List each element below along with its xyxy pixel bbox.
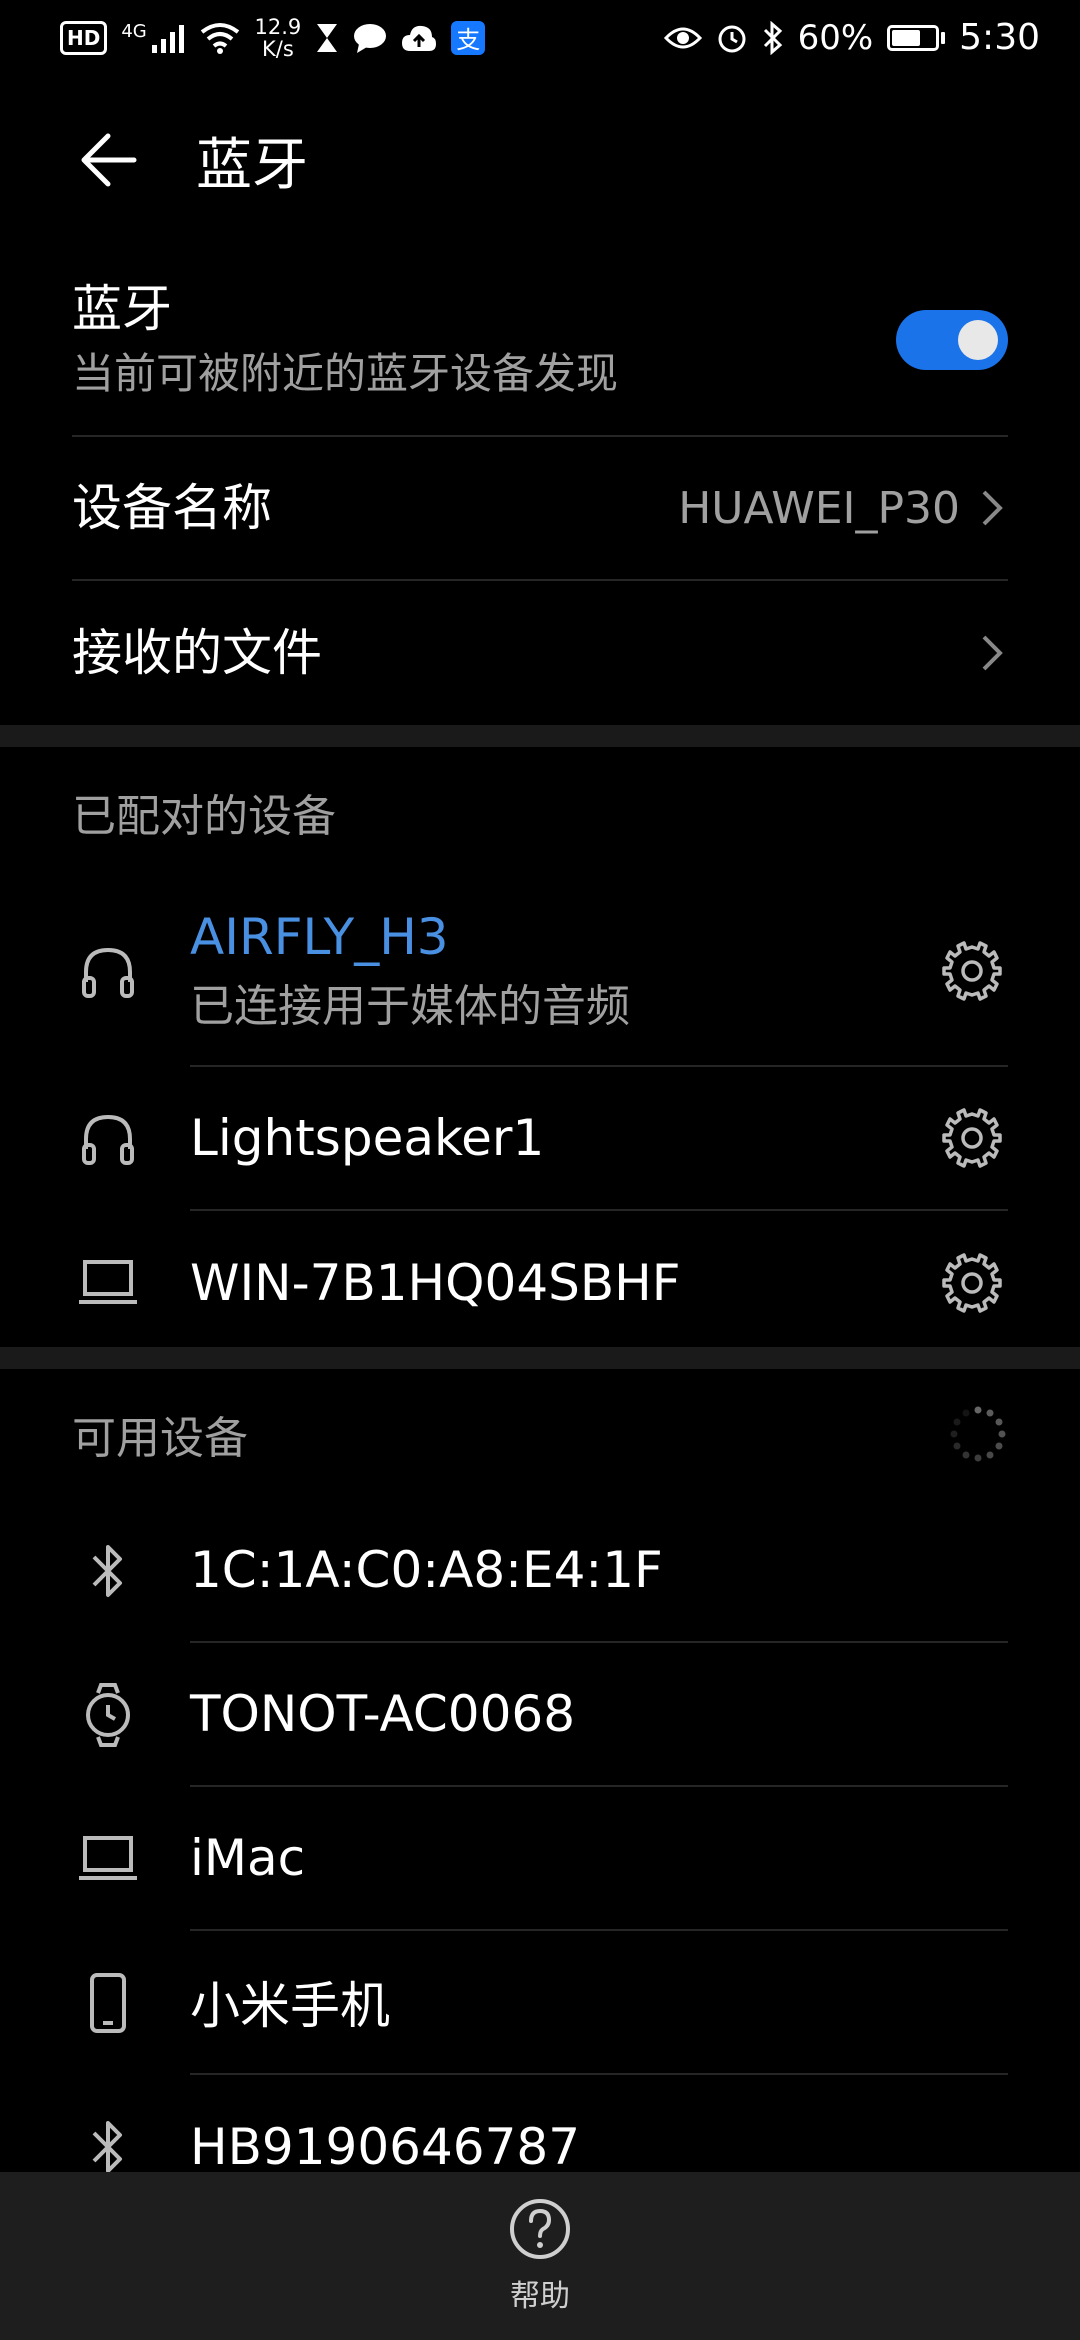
gear-icon[interactable] [936, 1247, 1008, 1319]
phone-icon [72, 1967, 144, 2039]
device-status: 已连接用于媒体的音频 [190, 981, 630, 1032]
headphones-icon [72, 936, 144, 1008]
eye-icon [663, 27, 702, 48]
switch-knob [958, 320, 998, 360]
available-device-row[interactable]: iMac [72, 1787, 1008, 1931]
bluetooth-toggle-text: 蓝牙 当前可被附近的蓝牙设备发现 [72, 279, 618, 402]
status-left: HD 4G 12.9 K/s 支 [60, 16, 486, 60]
help-label: 帮助 [510, 2279, 570, 2314]
gear-icon[interactable] [936, 935, 1008, 1007]
laptop-icon [72, 1247, 144, 1319]
bluetooth-label: 蓝牙 [72, 279, 172, 338]
status-right: 60% 5:30 [663, 17, 1040, 58]
speed-value: 12.9 [254, 14, 302, 39]
clock: 5:30 [959, 17, 1040, 58]
paired-device-text: AIRFLY_H3 已连接用于媒体的音频 [190, 908, 630, 1034]
available-device-body: iMac [190, 1787, 1008, 1931]
back-button[interactable] [48, 100, 168, 220]
device-name: AIRFLY_H3 [190, 908, 449, 966]
chevron-right-icon [982, 490, 1003, 526]
network-speed: 12.9 K/s [254, 16, 301, 60]
device-name-label: 设备名称 [72, 479, 272, 537]
device-name: 1C:1A:C0:A8:E4:1F [190, 1541, 663, 1599]
device-name: WIN-7B1HQ04SBHF [190, 1254, 681, 1312]
headphones-icon [72, 1103, 144, 1175]
watch-icon [72, 1679, 144, 1751]
available-devices-header: 可用设备 [72, 1413, 248, 1464]
help-icon [510, 2199, 570, 2259]
bluetooth-toggle-row[interactable]: 蓝牙 当前可被附近的蓝牙设备发现 [72, 245, 1008, 437]
alarm-icon [718, 25, 746, 52]
laptop-icon [72, 1823, 144, 1895]
signal-icon: 4G [121, 20, 186, 53]
available-device-body: 小米手机 [190, 1931, 1008, 2075]
available-device-body: TONOT-AC0068 [190, 1643, 1008, 1787]
speed-unit: K/s [261, 36, 294, 61]
status-bar: HD 4G 12.9 K/s 支 60% 5:30 [0, 0, 1080, 75]
paired-device-body: WIN-7B1HQ04SBHF [190, 1211, 1008, 1355]
device-name: 小米手机 [190, 1977, 390, 2035]
wifi-icon [201, 22, 240, 54]
paired-devices-header: 已配对的设备 [72, 791, 336, 842]
device-name: iMac [190, 1829, 306, 1887]
paired-device-body: Lightspeaker1 [190, 1067, 1008, 1211]
available-device-row[interactable]: TONOT-AC0068 [72, 1643, 1008, 1787]
gear-icon[interactable] [936, 1102, 1008, 1174]
paired-device-body: AIRFLY_H3 已连接用于媒体的音频 [190, 877, 1008, 1067]
alipay-icon: 支 [451, 20, 486, 55]
paired-devices-section: 已配对的设备 AIRFLY_H3 已连接用于媒体的音频 Lightspeaker… [0, 747, 1080, 1355]
hd-badge: HD [60, 20, 108, 55]
network-type: 4G [121, 20, 147, 42]
app-header: 蓝牙 [0, 75, 1080, 245]
available-device-row[interactable]: 1C:1A:C0:A8:E4:1F [72, 1499, 1008, 1643]
message-icon [354, 23, 387, 53]
help-button[interactable]: 帮助 [508, 2197, 572, 2315]
available-devices-section: 可用设备 1C:1A:C0:A8:E4:1F TONOT-AC0068 iMac… [0, 1369, 1080, 2219]
available-device-row[interactable]: 小米手机 [72, 1931, 1008, 2075]
received-files-label: 接收的文件 [72, 624, 322, 682]
device-name: Lightspeaker1 [190, 1109, 545, 1167]
chevron-right-icon [982, 635, 1003, 671]
arrow-left-icon [81, 133, 137, 187]
battery-icon [887, 24, 946, 51]
page-title: 蓝牙 [196, 132, 308, 198]
bluetooth-status-icon [763, 20, 782, 55]
paired-device-row[interactable]: Lightspeaker1 [72, 1067, 1008, 1211]
loading-spinner-icon [950, 1406, 1006, 1462]
device-name-value: HUAWEI_P30 [678, 482, 960, 534]
bluetooth-subtitle: 当前可被附近的蓝牙设备发现 [72, 348, 619, 398]
section-divider [0, 725, 1080, 747]
available-header-row: 可用设备 [0, 1369, 1008, 1499]
section-divider [0, 1347, 1080, 1369]
hourglass-icon [317, 23, 338, 52]
bottom-action-bar: 帮助 [0, 2172, 1080, 2340]
paired-device-row[interactable]: WIN-7B1HQ04SBHF [72, 1211, 1008, 1355]
device-name: HB9190646787 [190, 2118, 581, 2176]
device-name-row[interactable]: 设备名称 HUAWEI_P30 [72, 437, 1008, 581]
paired-device-row[interactable]: AIRFLY_H3 已连接用于媒体的音频 [72, 877, 1008, 1067]
cloud-upload-icon [402, 25, 437, 51]
bluetooth-settings-section: 蓝牙 当前可被附近的蓝牙设备发现 设备名称 HUAWEI_P30 接收的文件 [0, 245, 1080, 725]
bluetooth-switch[interactable] [896, 310, 1008, 370]
bluetooth-icon [72, 1535, 144, 1607]
received-files-row[interactable]: 接收的文件 [72, 581, 1008, 725]
battery-percent: 60% [797, 17, 874, 58]
available-device-body: 1C:1A:C0:A8:E4:1F [190, 1499, 1008, 1643]
device-name: TONOT-AC0068 [190, 1685, 576, 1743]
